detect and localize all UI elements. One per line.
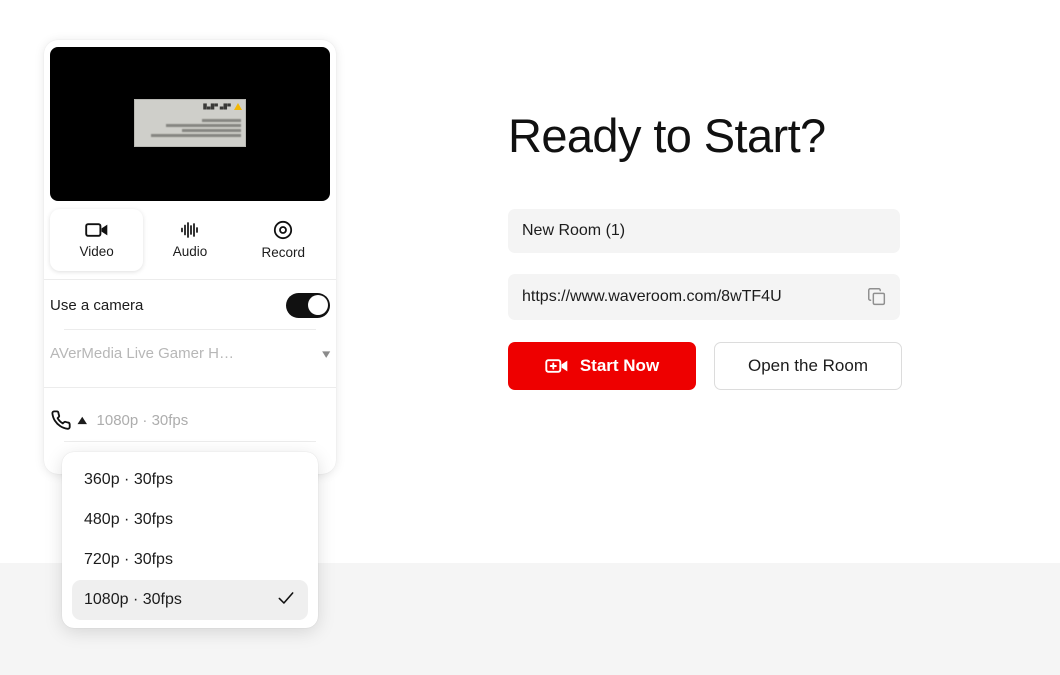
device-tab-bar: Video Audio Record (50, 209, 330, 271)
use-camera-toggle[interactable] (286, 292, 330, 318)
captured-dialog-titlebar: █▄█▀ ▄█▀ (135, 100, 245, 113)
open-the-room-label: Open the Room (747, 356, 868, 375)
room-url-value: https://www.waveroom.com/8wTF4U (522, 288, 782, 305)
quality-option-label: 360p · 30fps (84, 471, 173, 488)
copy-icon[interactable] (862, 282, 892, 312)
start-now-button[interactable]: Start Now (508, 342, 696, 390)
quality-option-720p[interactable]: 720p · 30fps (72, 540, 308, 580)
tab-video[interactable]: Video (50, 209, 144, 271)
quality-option-label: 480p · 30fps (84, 511, 173, 528)
tab-video-label: Video (79, 244, 114, 259)
tab-audio[interactable]: Audio (143, 209, 236, 271)
divider-above-device-row (64, 329, 316, 330)
room-name-value: New Room (1) (522, 222, 626, 239)
captured-dialog-line (165, 124, 241, 127)
quality-option-1080p[interactable]: 1080p · 30fps (72, 580, 308, 620)
tab-record[interactable]: Record (237, 209, 330, 271)
action-button-row: Start Now Open the Room (508, 342, 902, 390)
divider-above-quality-row (44, 387, 336, 388)
video-quality-select[interactable]: ▴ 1080p · 30fps (50, 404, 330, 436)
record-circle-icon (271, 220, 295, 240)
camera-device-select[interactable]: AVerMedia Live Gamer H… ▾ (50, 337, 331, 369)
captured-dialog-line (181, 129, 241, 132)
chevron-down-icon: ▾ (322, 345, 331, 361)
quality-option-480p[interactable]: 480p · 30fps (72, 500, 308, 540)
use-camera-label: Use a camera (50, 296, 144, 314)
start-now-label: Start Now (579, 356, 660, 375)
check-icon (276, 588, 296, 612)
video-quality-value: 1080p · 30fps (96, 411, 189, 429)
chevron-up-icon: ▴ (78, 411, 87, 427)
phone-handset-icon (50, 409, 72, 431)
quality-option-label: 1080p · 30fps (84, 591, 182, 608)
captured-warning-dialog: █▄█▀ ▄█▀ (135, 100, 245, 146)
video-camera-icon (84, 221, 109, 239)
quality-option-label: 720p · 30fps (84, 551, 173, 568)
captured-dialog-line (202, 119, 241, 122)
captured-dialog-line (151, 134, 241, 137)
tab-audio-label: Audio (172, 244, 208, 259)
divider-above-camera-row (44, 279, 336, 280)
toggle-knob (307, 295, 328, 315)
camera-preview: █▄█▀ ▄█▀ (50, 47, 330, 201)
video-plus-icon (545, 357, 569, 375)
captured-dialog-body (135, 113, 245, 137)
use-camera-row: Use a camera (50, 288, 330, 322)
video-quality-dropdown: 360p · 30fps 480p · 30fps 720p · 30fps 1… (62, 452, 318, 628)
room-name-field[interactable]: New Room (1) (508, 209, 900, 253)
camera-device-name: AVerMedia Live Gamer H… (50, 344, 234, 362)
room-url-wrap: https://www.waveroom.com/8wTF4U (522, 286, 858, 308)
captured-dialog-title: █▄█▀ ▄█▀ (203, 103, 231, 110)
quality-option-360p[interactable]: 360p · 30fps (72, 460, 308, 500)
divider-below-quality-row (64, 441, 316, 442)
page-title: Ready to Start? (508, 109, 826, 162)
audio-waveform-icon (178, 221, 202, 239)
room-url-fade (812, 286, 858, 308)
room-url-field[interactable]: https://www.waveroom.com/8wTF4U (508, 274, 900, 320)
open-the-room-button[interactable]: Open the Room (714, 342, 902, 390)
warning-triangle-icon (234, 103, 242, 110)
tab-record-label: Record (261, 245, 306, 260)
